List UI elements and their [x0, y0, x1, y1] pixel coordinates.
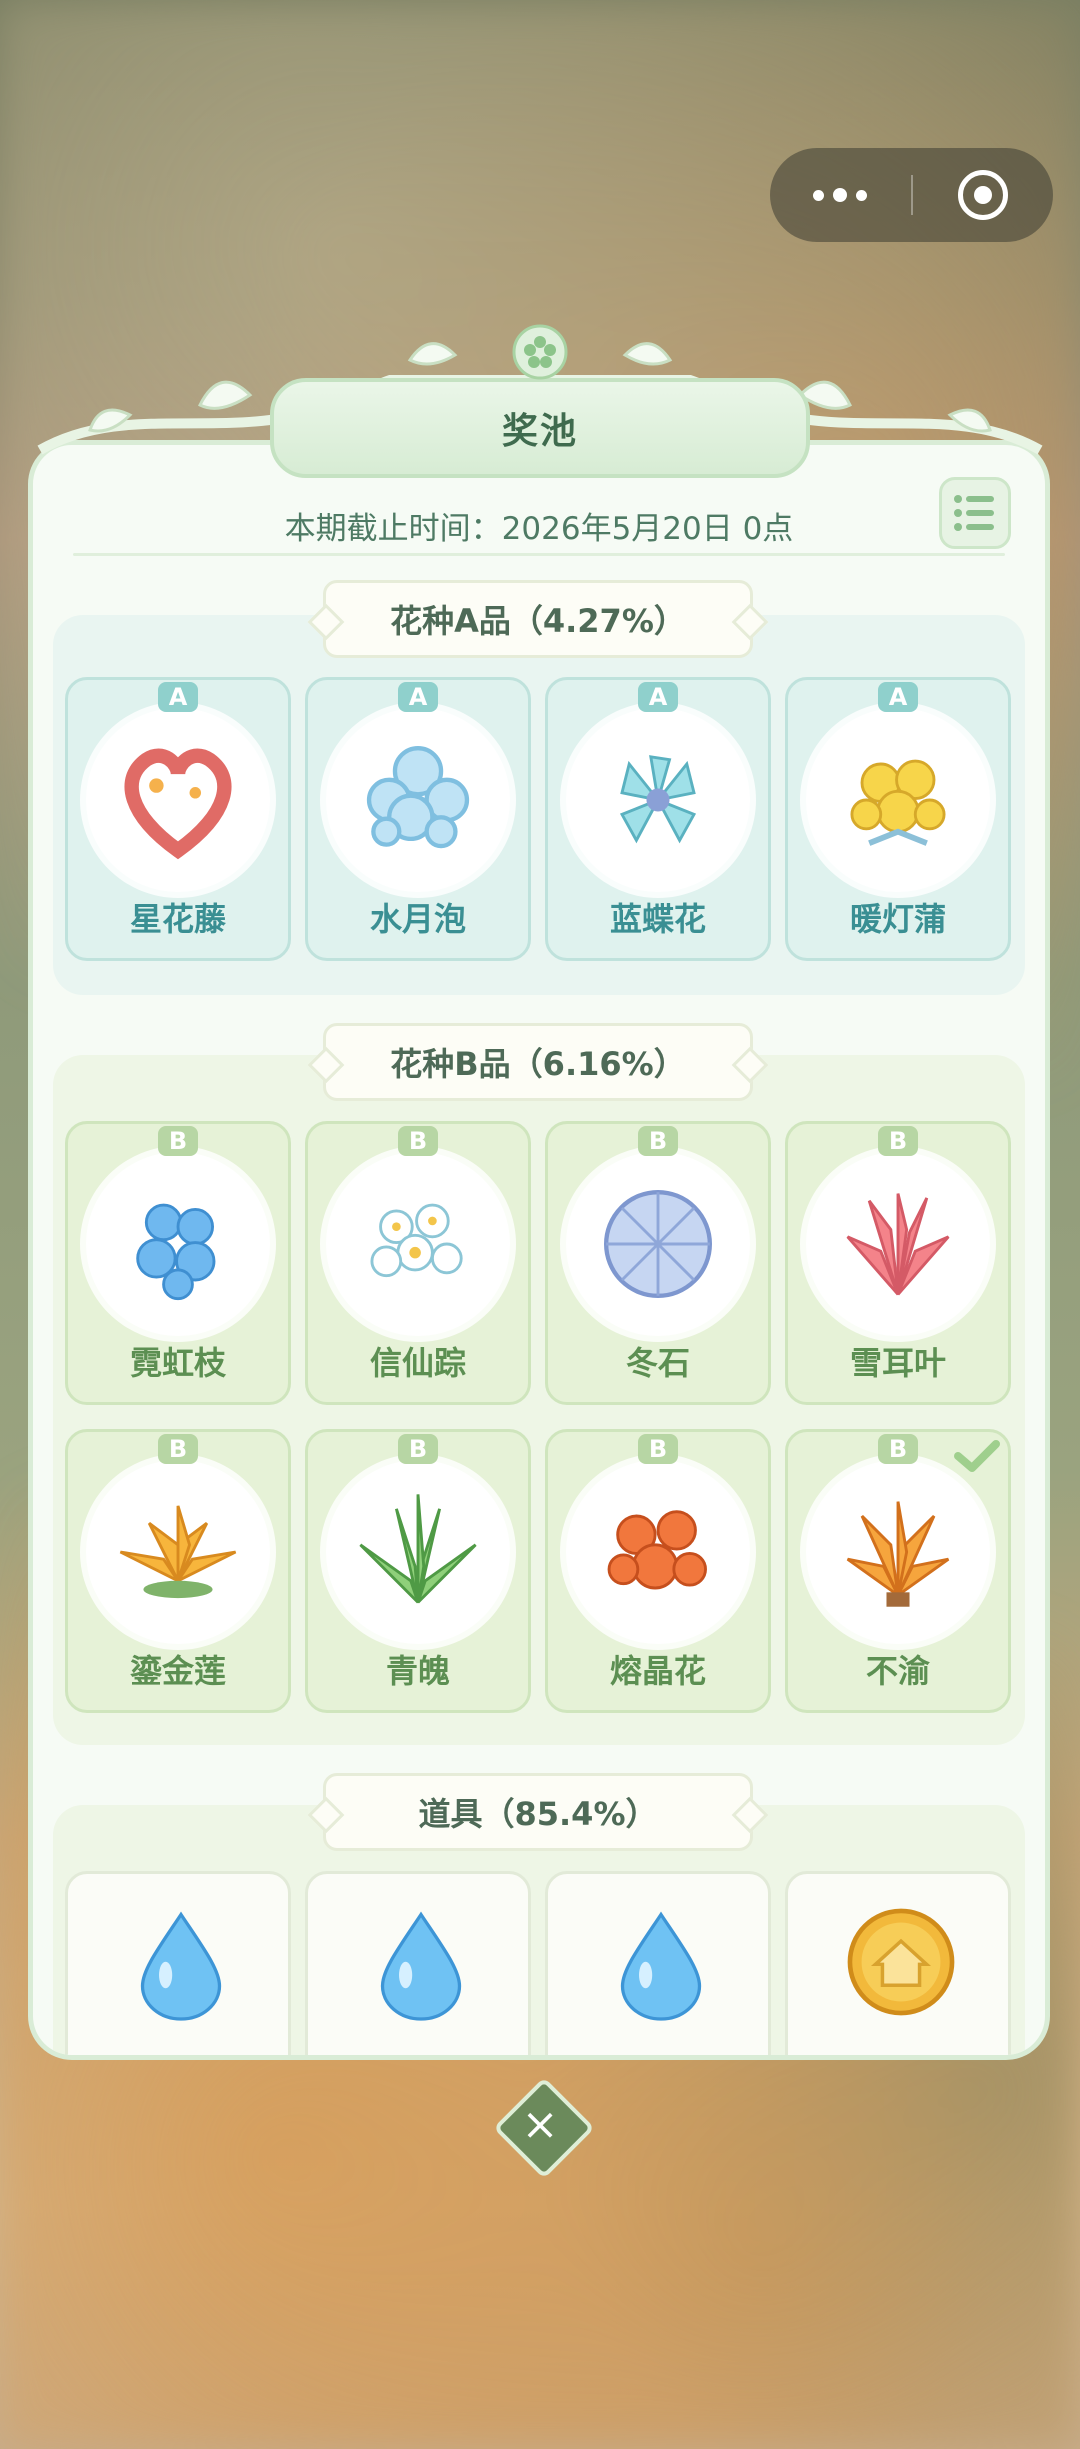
flower-ornament-icon [512, 324, 568, 380]
golden-lotus-icon [119, 1505, 237, 1599]
item-name: 霓虹枝 [129, 1344, 226, 1382]
winter-stone-icon [604, 1190, 712, 1298]
tier-badge: A [398, 682, 438, 712]
molten-crystal-flower-icon [607, 1510, 707, 1590]
star-vine-icon [124, 748, 232, 860]
item-name: 鎏金莲 [129, 1652, 226, 1690]
neon-branch-icon [136, 1203, 216, 1301]
tier-badge: B [158, 1126, 198, 1156]
prize-card-b-6[interactable]: B 青魄 [305, 1429, 531, 1713]
coin-house-icon [847, 1908, 955, 2016]
tier-badge: B [398, 1126, 438, 1156]
prize-pool-panel: 本期截止时间：2026年5月20日 0点 花种A品（4.27%） A 星花藤 A… [28, 440, 1050, 2060]
everlasting-flower-icon [846, 1501, 950, 1607]
item-name: 不渝 [865, 1652, 930, 1690]
list-icon [954, 495, 994, 531]
prop-card-3[interactable] [545, 1871, 771, 2055]
item-name: 熔晶花 [609, 1652, 706, 1690]
item-name: 信仙踪 [369, 1344, 466, 1382]
prize-card-b-4[interactable]: B 雪耳叶 [785, 1121, 1011, 1405]
section-b-title: 花种B品（6.16%） [323, 1023, 753, 1101]
item-name: 星花藤 [129, 900, 226, 938]
target-icon [957, 170, 1008, 220]
deadline-text: 本期截止时间：2026年5月20日 0点 [284, 511, 794, 547]
tier-badge: B [638, 1126, 678, 1156]
prize-card-b-3[interactable]: B 冬石 [545, 1121, 771, 1405]
divider [73, 553, 1005, 556]
prop-card-2[interactable] [305, 1871, 531, 2055]
prize-card-a-1[interactable]: A 星花藤 [65, 677, 291, 961]
close-icon: × [521, 2098, 559, 2150]
prop-card-1[interactable] [65, 1871, 291, 2055]
water-drop-icon [380, 1911, 462, 2021]
tier-badge: B [638, 1434, 678, 1464]
tier-badge: A [638, 682, 678, 712]
water-drop-icon [140, 1911, 222, 2021]
fairy-trace-flower-icon [370, 1203, 463, 1278]
tier-badge: B [398, 1434, 438, 1464]
water-drop-icon [620, 1911, 702, 2021]
item-name: 青魄 [385, 1652, 450, 1690]
green-soul-plant-icon [359, 1494, 477, 1604]
section-c-title: 道具（85.4%） [323, 1773, 753, 1851]
more-button[interactable] [770, 148, 911, 242]
tier-badge: B [878, 1126, 918, 1156]
item-name: 雪耳叶 [849, 1344, 946, 1382]
more-icon [813, 188, 868, 202]
item-name: 蓝蝶花 [609, 900, 706, 938]
prize-card-b-5[interactable]: B 鎏金莲 [65, 1429, 291, 1713]
section-a-title: 花种A品（4.27%） [323, 580, 753, 658]
tier-badge: B [878, 1434, 918, 1464]
water-bubble-icon [366, 746, 470, 849]
prize-card-b-2[interactable]: B 信仙踪 [305, 1121, 531, 1405]
prize-card-a-2[interactable]: A 水月泡 [305, 677, 531, 961]
snow-ear-leaf-icon [846, 1193, 950, 1296]
prize-card-a-3[interactable]: A 蓝蝶花 [545, 677, 771, 961]
prize-card-b-7[interactable]: B 熔晶花 [545, 1429, 771, 1713]
warm-lamp-flower-icon [850, 759, 946, 846]
panel-title: 奖池 [270, 378, 810, 478]
prop-card-4[interactable] [785, 1871, 1011, 2055]
blue-butterfly-flower-icon [619, 755, 697, 844]
prize-card-b-8[interactable]: B 不渝 [785, 1429, 1011, 1713]
item-name: 水月泡 [369, 900, 466, 938]
tier-badge: B [158, 1434, 198, 1464]
prize-card-b-1[interactable]: B 霓虹枝 [65, 1121, 291, 1405]
miniprogram-capsule [770, 148, 1053, 242]
prize-card-a-4[interactable]: A 暖灯蒲 [785, 677, 1011, 961]
tier-badge: A [158, 682, 198, 712]
owned-check-icon [954, 1440, 1000, 1472]
close-miniprogram-button[interactable] [913, 148, 1054, 242]
item-name: 冬石 [625, 1344, 690, 1382]
tier-badge: A [878, 682, 918, 712]
item-name: 暖灯蒲 [849, 900, 946, 938]
record-list-button[interactable] [939, 477, 1011, 549]
